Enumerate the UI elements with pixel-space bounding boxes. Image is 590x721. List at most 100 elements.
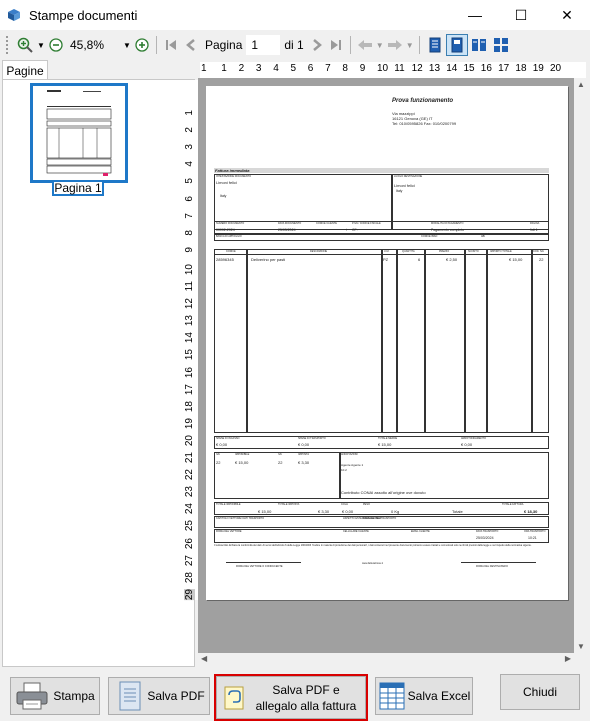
page-input[interactable]: 1 (246, 35, 281, 55)
page-of-label: di 1 (284, 38, 304, 52)
col-um: U.M. (384, 250, 390, 253)
carrier-header: CAPITOLO VETTORE/ DATI TRASPORTO (216, 517, 265, 520)
last-page-button[interactable] (326, 34, 346, 56)
notes-2: 10.2 (341, 468, 347, 472)
iva-v3: 22 (278, 460, 283, 465)
four-pages-button[interactable] (490, 34, 512, 56)
info-row (214, 221, 549, 234)
iva-v1: 22 (216, 460, 221, 465)
two-pages-icon (471, 39, 486, 51)
sign1-label: FIRMA DEL VETTORE O CONDUCENTE (236, 565, 283, 568)
vat-header: P.IVA / CODICE FISCALE (352, 222, 381, 225)
s1-value: € 0,00 (216, 442, 228, 447)
save-pdf-button[interactable]: Salva PDF (108, 677, 210, 715)
page-thumbnail-label[interactable]: Pagina 1 (52, 180, 104, 196)
toolbar-grip (6, 36, 14, 54)
legal-text: Il sottoscritto dichiara la conformità d… (214, 544, 532, 547)
s4-header: ARROTONDAMENTO (461, 437, 486, 440)
ruler-top-tick: 7 (325, 63, 331, 74)
ruler-left-tick: 29 (184, 588, 195, 600)
page-value: 1 (251, 38, 259, 52)
ruler-left-tick: 2 (184, 127, 195, 133)
zoom-dropdown-icon[interactable]: ▼ (122, 34, 132, 56)
chevron-down-icon[interactable]: ▼ (36, 34, 46, 56)
ruler-left-tick: 14 (184, 332, 195, 344)
grand-header: TOTALE FATTURA (502, 503, 524, 506)
back-button[interactable] (355, 34, 375, 56)
ruler-top-tick: 5 (290, 63, 297, 74)
vertical-scrollbar[interactable]: ▲ ▼ (574, 78, 588, 653)
back-dropdown-icon[interactable]: ▼ (375, 34, 385, 56)
iva-v4: € 3,30 (298, 460, 310, 465)
single-page-icon (429, 37, 441, 53)
page-value-doc: 1di 1 (530, 228, 538, 232)
toolbar: ▼ 45,8% ▼ Pagina 1 di 1 ▼ ▼ (0, 30, 590, 60)
next-page-button[interactable] (308, 34, 326, 56)
prev-page-button[interactable] (181, 34, 201, 56)
thumbnails-panel: Pagina 1 (2, 79, 195, 667)
peso-header: PESO (363, 503, 370, 506)
tot-imp-header: TOTALE IMPONIBILE (216, 503, 241, 506)
ruler-top-tick: 1 (201, 63, 207, 74)
scroll-right-icon[interactable]: ▶ (565, 654, 571, 663)
ruler-top-tick: 19 (532, 63, 544, 74)
zoom-in-icon (17, 37, 33, 53)
fit-page-button[interactable] (445, 34, 468, 56)
iva-h3: IVA (278, 453, 282, 456)
ruler-top-tick: 6 (307, 63, 314, 74)
scroll-up-icon[interactable]: ▲ (577, 80, 585, 89)
colli-value: € 0,00 (342, 509, 354, 514)
zoom-out-button[interactable] (46, 34, 66, 56)
ruler-left-tick: 22 (184, 469, 195, 481)
row-code: 28596345 (216, 257, 234, 262)
first-page-button[interactable] (161, 34, 181, 56)
close-dialog-label: Chiudi (522, 685, 558, 699)
row-desc: Deliverino per pasti (251, 257, 286, 262)
ruler-left-tick: 1 (184, 110, 195, 116)
save-excel-button[interactable]: Salva Excel (375, 677, 473, 715)
ruler-left-tick: 23 (184, 486, 195, 498)
scroll-left-icon[interactable]: ◀ (201, 654, 207, 663)
cause-header: CAUSALE DEL TRASPORTO (363, 517, 397, 520)
ruler-top-tick: 2 (238, 63, 245, 74)
forward-dropdown-icon[interactable]: ▼ (405, 34, 415, 56)
highlight-frame (214, 674, 368, 721)
doc-type-band (214, 168, 549, 173)
ruler-top-tick: 15 (463, 63, 475, 74)
zoom-plus-button[interactable] (132, 34, 152, 56)
ruler-left-tick: 19 (184, 417, 195, 429)
zoom-in-button[interactable] (14, 34, 36, 56)
pay-header: MODALITÀ DI PAGAMENTO (431, 222, 464, 225)
two-pages-button[interactable] (468, 34, 490, 56)
ruler-top-tick: 9 (359, 63, 366, 74)
close-dialog-button[interactable]: Chiudi (500, 674, 580, 710)
forward-button[interactable] (385, 34, 405, 56)
printer-icon (16, 682, 48, 710)
minimize-button[interactable]: — (452, 0, 498, 30)
save-pdf-label: Salva PDF (147, 689, 205, 703)
col-total: IMPORTO TOTALE (490, 250, 512, 253)
abi-header: ABI (481, 235, 486, 238)
row-price: € 2,50 (446, 257, 458, 262)
zoom-combo[interactable]: 45,8% (66, 35, 122, 55)
document-viewer[interactable]: Prova funzionamento Via mazzippi 16121 G… (198, 78, 574, 653)
fit-page-icon (451, 37, 463, 53)
scroll-down-icon[interactable]: ▼ (577, 642, 585, 651)
single-page-button[interactable] (424, 34, 446, 56)
maximize-button[interactable]: ☐ (498, 0, 544, 30)
print-button[interactable]: Stampa (10, 677, 100, 715)
ruler-left-tick: 21 (184, 452, 195, 464)
ruler-left-tick: 24 (184, 503, 195, 515)
contact-row (214, 529, 549, 543)
ruler-left-tick: 8 (184, 229, 195, 236)
ruler-top-tick: 18 (515, 63, 527, 74)
ruler-left: 1 2 3 4 5 6 7 8 9 10 11 12 13 14 15 16 17 18 19 20 21 22 23 24 2… (182, 80, 198, 600)
page-thumbnail[interactable] (30, 83, 128, 183)
date-value: 25/03/2024 (278, 228, 296, 232)
bank-row (214, 234, 549, 241)
s1-header: SPESE DI INCASSO (216, 437, 240, 440)
horizontal-scrollbar[interactable]: ◀ ▶ (198, 653, 574, 667)
ruler-top-tick: 17 (498, 63, 510, 74)
tab-pagine[interactable]: Pagine (2, 60, 48, 80)
close-button[interactable]: ✕ (544, 0, 590, 30)
